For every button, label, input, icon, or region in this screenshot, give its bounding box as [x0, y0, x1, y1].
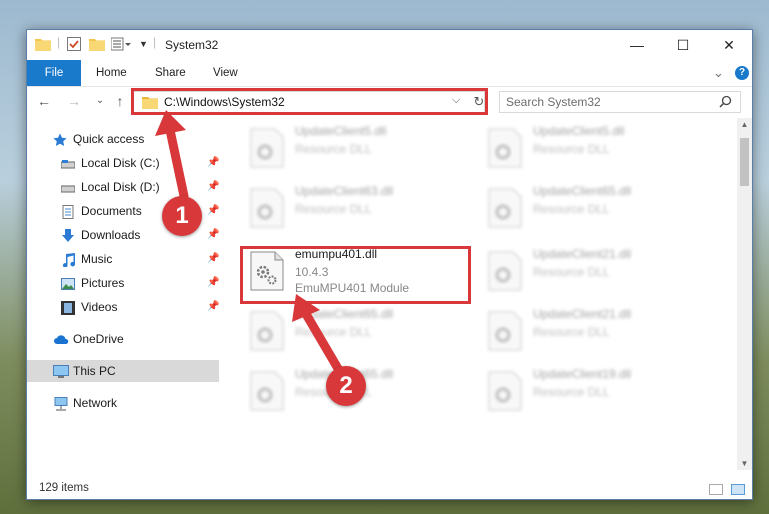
file-tile[interactable]: UpdateClient21.dll Resource DLL [460, 303, 680, 359]
recent-locations-chevron-icon[interactable]: ⌄ [91, 92, 109, 110]
quick-access-dropdown-icon[interactable]: ▼ [139, 39, 148, 49]
music-note-icon [61, 252, 76, 268]
dll-file-icon [488, 251, 522, 291]
window-title: System32 [165, 38, 219, 52]
tab-file[interactable]: File [27, 60, 81, 86]
tab-view[interactable]: View [213, 60, 238, 86]
sidebar-item-videos[interactable]: Videos [61, 296, 221, 318]
sidebar-item-music[interactable]: Music [61, 248, 221, 270]
file-tile[interactable]: UpdateClient21.dll Resource DLL [460, 243, 680, 299]
expand-ribbon-icon[interactable]: ⌄ [713, 60, 724, 86]
film-icon [61, 300, 75, 315]
sidebar-item-quick-access[interactable]: Quick access [53, 128, 213, 150]
file-tile[interactable]: UpdateClient63.dll Resource DLL [222, 180, 442, 236]
pin-icon[interactable]: 📌 [207, 277, 219, 288]
dll-file-icon [250, 188, 284, 228]
close-button[interactable]: ✕ [706, 30, 752, 60]
sidebar-item-local-disk-c[interactable]: Local Disk (C:) [60, 152, 221, 174]
scroll-thumb[interactable] [740, 138, 749, 186]
tab-share[interactable]: Share [155, 60, 186, 86]
scroll-up-icon[interactable]: ▲ [737, 120, 752, 129]
cloud-icon [53, 332, 69, 346]
sidebar-item-local-disk-d[interactable]: Local Disk (D:) [60, 176, 221, 198]
new-folder-icon[interactable] [89, 37, 105, 54]
pin-icon[interactable]: 📌 [207, 181, 219, 192]
ribbon-tabs: File Home Share View ⌄ ? [27, 60, 752, 87]
tab-home[interactable]: Home [96, 60, 127, 86]
pin-icon[interactable]: 📌 [207, 205, 219, 216]
pin-icon[interactable]: 📌 [207, 253, 219, 264]
minimize-button[interactable]: — [614, 30, 660, 60]
navigation-pane: Quick access Local Disk (C:) Local Disk … [27, 120, 219, 470]
folder-icon[interactable] [35, 37, 51, 54]
documents-icon [61, 204, 75, 219]
vertical-scrollbar[interactable]: ▲ ▼ [737, 118, 752, 470]
item-count: 129 items [39, 482, 89, 494]
callout-badge-1: 1 [162, 196, 202, 236]
address-bar-highlight [131, 88, 488, 115]
computer-icon [53, 364, 69, 378]
maximize-button[interactable]: ☐ [660, 30, 706, 60]
file-tile[interactable]: UpdateClient5.dll Resource DLL [222, 120, 442, 176]
details-view-icon[interactable] [709, 484, 723, 495]
sidebar-item-onedrive[interactable]: OneDrive [53, 328, 213, 350]
pin-icon[interactable]: 📌 [207, 229, 219, 240]
tiles-view-icon[interactable] [731, 484, 745, 495]
sidebar-item-this-pc[interactable]: This PC [27, 360, 219, 382]
search-box[interactable] [499, 91, 741, 113]
file-tile[interactable]: UpdateClient65.dll Resource DLL [460, 180, 680, 236]
dll-file-icon [488, 128, 522, 168]
file-tile[interactable]: UpdateClient19.dll Resource DLL [460, 363, 680, 419]
sidebar-item-network[interactable]: Network [53, 392, 213, 414]
pictures-icon [61, 276, 75, 290]
search-input[interactable] [506, 94, 706, 110]
dll-file-icon [488, 371, 522, 411]
up-arrow-icon[interactable]: ↑ [111, 92, 129, 110]
pin-icon[interactable]: 📌 [207, 157, 219, 168]
help-icon[interactable]: ? [735, 66, 749, 80]
dll-file-icon [488, 311, 522, 351]
file-tile[interactable]: UpdateClient5.dll Resource DLL [460, 120, 680, 176]
back-arrow-icon[interactable]: ← [35, 92, 53, 110]
sidebar-item-pictures[interactable]: Pictures [61, 272, 221, 294]
file-highlight [240, 246, 471, 304]
properties-checkmark-icon[interactable] [67, 37, 81, 54]
title-bar: | ▼ | System32 — ☐ ✕ [27, 30, 752, 60]
drive-icon [60, 180, 76, 194]
callout-badge-2: 2 [326, 366, 366, 406]
star-icon [53, 132, 67, 146]
search-icon[interactable] [719, 95, 732, 111]
file-tile[interactable]: UpdateClient65.dll Resource DLL [222, 303, 442, 359]
forward-arrow-icon[interactable]: → [65, 92, 83, 110]
drive-icon [60, 156, 76, 170]
download-arrow-icon [61, 228, 75, 242]
customize-toolbar-icon[interactable] [110, 37, 133, 54]
dll-file-icon [488, 188, 522, 228]
scroll-down-icon[interactable]: ▼ [737, 459, 752, 468]
network-icon [53, 396, 68, 411]
file-explorer-window: | ▼ | System32 — ☐ ✕ File Home Share Vie… [26, 29, 753, 500]
pin-icon[interactable]: 📌 [207, 301, 219, 312]
dll-file-icon [250, 311, 284, 351]
dll-file-icon [250, 371, 284, 411]
dll-file-icon [250, 128, 284, 168]
status-bar: 129 items [27, 478, 752, 500]
